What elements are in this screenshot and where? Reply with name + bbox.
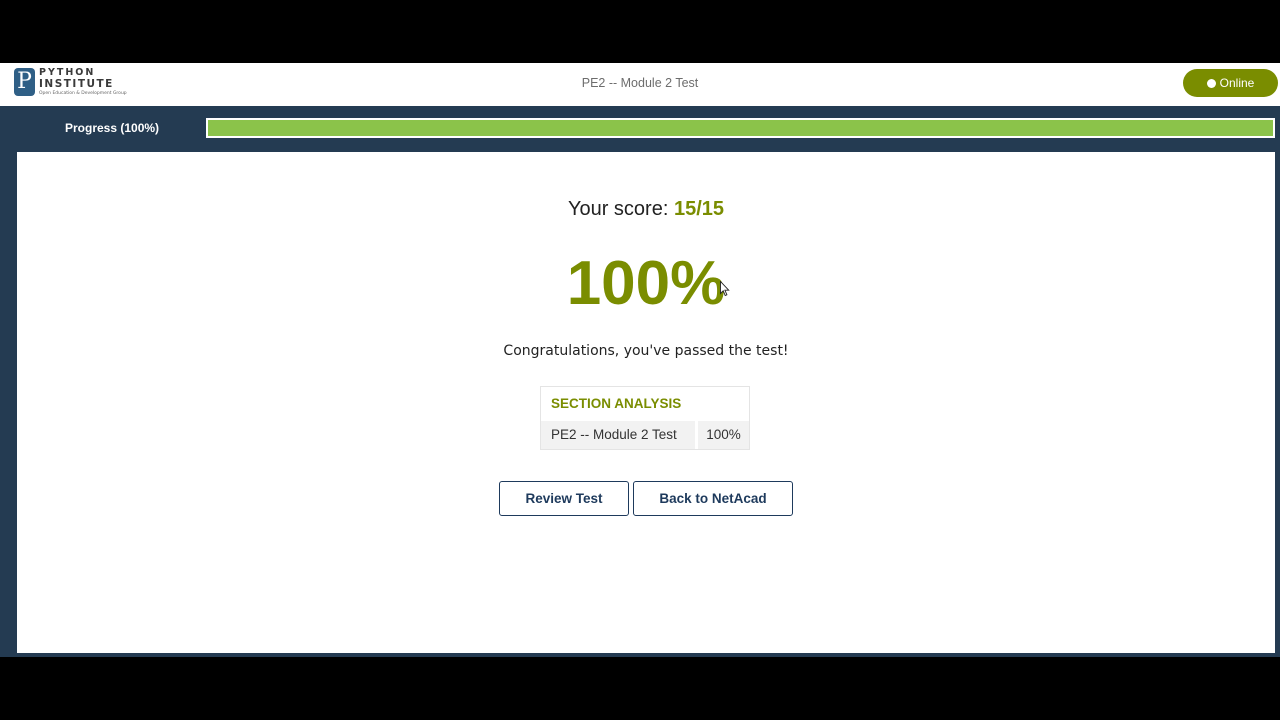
logo-tagline: Open Education & Development Group xyxy=(39,91,127,96)
score-percent: 100% xyxy=(566,249,726,318)
frame-left xyxy=(0,152,17,657)
review-test-button[interactable]: Review Test xyxy=(499,481,629,516)
section-score: 100% xyxy=(698,421,749,449)
app-header: P PYTHON INSTITUTE Open Education & Deve… xyxy=(0,63,1280,106)
results-panel: Your score: 15/15 100% Congratulations, … xyxy=(17,152,1275,653)
section-name: PE2 -- Module 2 Test xyxy=(541,421,695,449)
section-analysis-title: SECTION ANALYSIS xyxy=(551,396,682,411)
top-letterbox xyxy=(0,0,1280,63)
section-analysis-row: PE2 -- Module 2 Test 100% xyxy=(541,421,749,449)
mouse-cursor-icon xyxy=(720,281,730,297)
score-line: Your score: 15/15 xyxy=(17,198,1275,221)
online-status-button[interactable]: Online xyxy=(1183,69,1278,97)
score-value: 15/15 xyxy=(673,198,725,220)
progress-track xyxy=(206,118,1275,138)
frame-right xyxy=(1275,152,1280,657)
status-dot-icon xyxy=(1206,78,1216,88)
progress-label: Progress (100%) xyxy=(65,121,160,135)
result-message: Congratulations, you've passed the test! xyxy=(503,343,789,359)
online-status-label: Online xyxy=(1219,76,1255,90)
score-prefix: Your score: xyxy=(567,198,669,220)
bottom-letterbox xyxy=(0,657,1280,720)
section-analysis-box: SECTION ANALYSIS PE2 -- Module 2 Test 10… xyxy=(540,386,750,450)
back-to-netacad-button[interactable]: Back to NetAcad xyxy=(633,481,793,516)
progress-bar-row: Progress (100%) xyxy=(0,106,1280,152)
progress-fill xyxy=(208,120,1273,136)
page-title: PE2 -- Module 2 Test xyxy=(581,76,699,90)
